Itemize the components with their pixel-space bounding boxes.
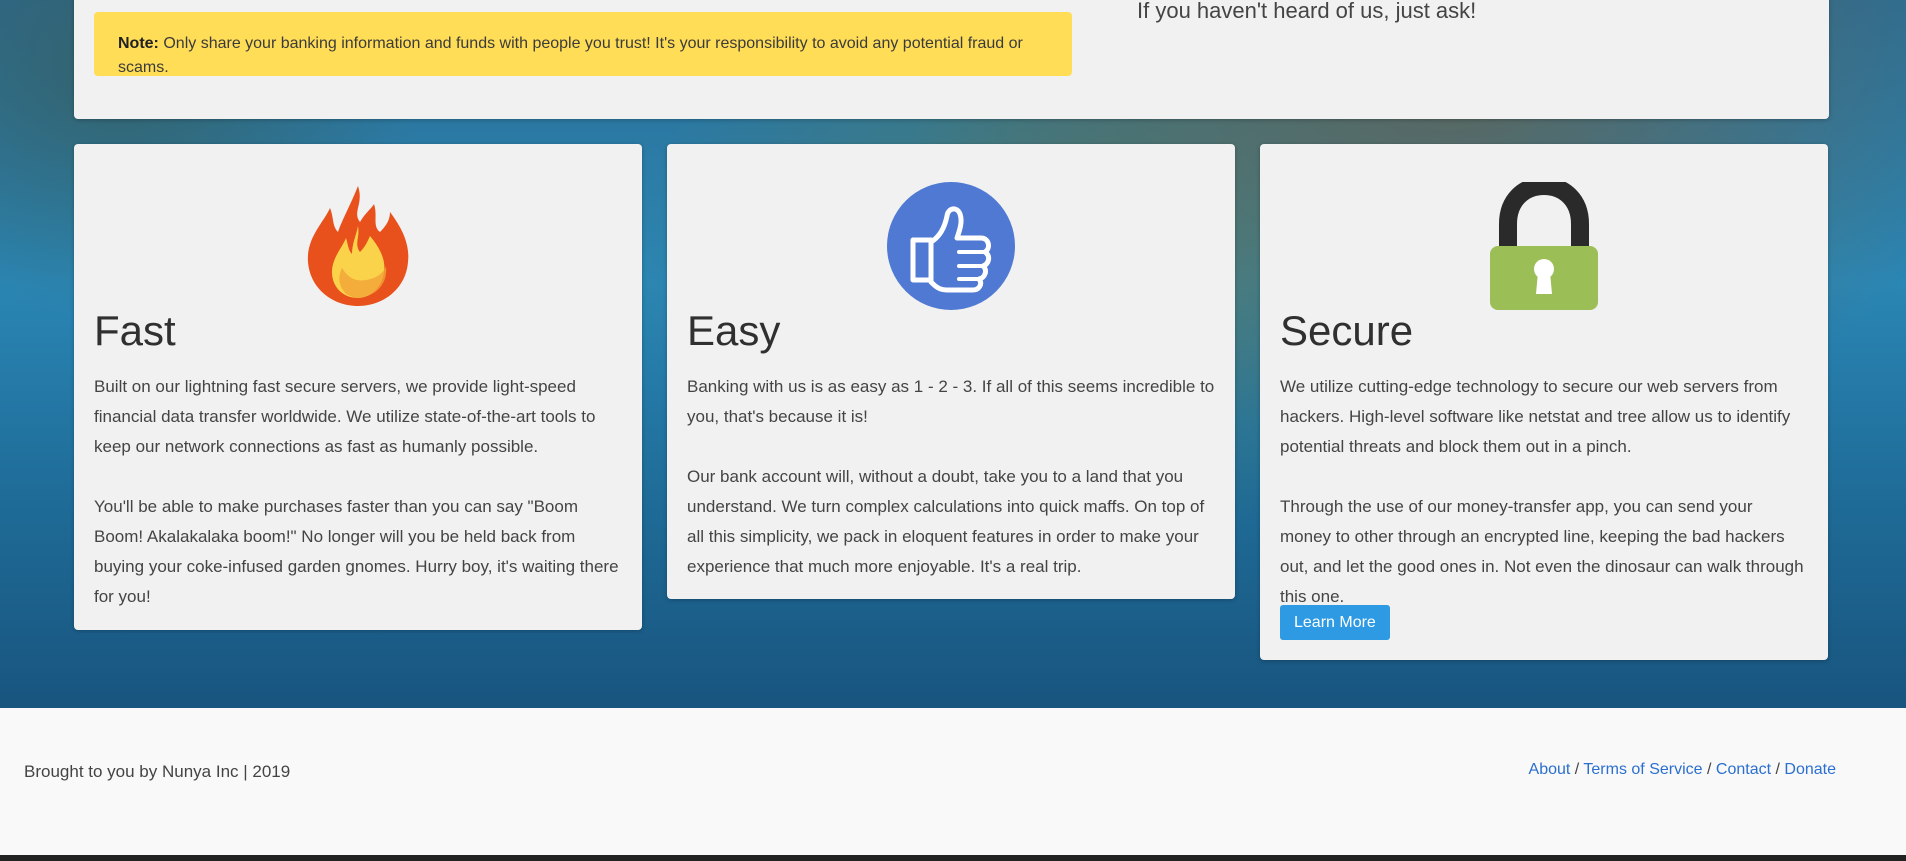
- thumbs-up-icon: [887, 182, 1015, 310]
- card-paragraph: Through the use of our money-transfer ap…: [1280, 497, 1804, 606]
- learn-more-button[interactable]: Learn More: [1280, 605, 1390, 640]
- feature-card-secure: Secure We utilize cutting-edge technolog…: [1260, 144, 1828, 660]
- card-title: Easy: [687, 307, 781, 354]
- card-paragraph: We utilize cutting-edge technology to se…: [1280, 377, 1791, 456]
- footer-separator: /: [1775, 761, 1780, 778]
- feature-card-fast: Fast Built on our lightning fast secure …: [74, 144, 642, 630]
- card-body: Built on our lightning fast secure serve…: [94, 372, 622, 642]
- notice-label: Note:: [118, 35, 159, 52]
- card-body: Banking with us is as easy as 1 - 2 - 3.…: [687, 372, 1215, 612]
- footer-separator: /: [1574, 761, 1580, 778]
- card-body: We utilize cutting-edge technology to se…: [1280, 372, 1808, 642]
- footer-links: About / Terms of Service / Contact / Don…: [1529, 761, 1836, 779]
- intro-tagline: If you haven't heard of us, just ask!: [1137, 0, 1477, 23]
- card-title: Fast: [94, 307, 176, 354]
- notice-text: Only share your banking information and …: [118, 35, 1023, 76]
- intro-panel: Note: Only share your banking informatio…: [74, 0, 1829, 119]
- footer-separator: /: [1707, 761, 1712, 778]
- footer-link-donate[interactable]: Donate: [1784, 761, 1836, 778]
- card-paragraph: Our bank account will, without a doubt, …: [687, 467, 1205, 576]
- card-paragraph: You'll be able to make purchases faster …: [94, 497, 619, 606]
- window-bottom-bar: [0, 855, 1906, 861]
- card-title: Secure: [1280, 307, 1414, 354]
- padlock-icon: [1490, 182, 1598, 310]
- footer-credit: Brought to you by Nunya Inc | 2019: [24, 762, 291, 781]
- footer-link-contact[interactable]: Contact: [1716, 761, 1771, 778]
- feature-card-easy: Easy Banking with us is as easy as 1 - 2…: [667, 144, 1235, 599]
- notice-box: Note: Only share your banking informatio…: [94, 12, 1072, 76]
- footer-link-terms[interactable]: Terms of Service: [1583, 761, 1702, 778]
- footer-link-about[interactable]: About: [1529, 761, 1571, 778]
- footer: Brought to you by Nunya Inc | 2019 About…: [0, 708, 1906, 855]
- card-paragraph: Built on our lightning fast secure serve…: [94, 377, 596, 456]
- card-paragraph: Banking with us is as easy as 1 - 2 - 3.…: [687, 377, 1215, 426]
- fire-icon: [307, 186, 409, 306]
